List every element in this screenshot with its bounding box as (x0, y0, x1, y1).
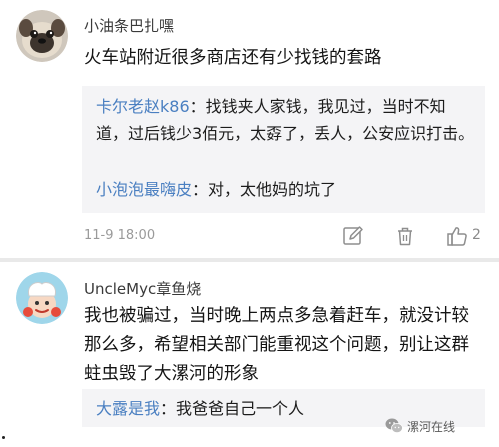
username[interactable]: UncleMyc章鱼烧 (84, 278, 201, 299)
comment-card: 小油条巴扎嘿 火车站附近很多商店还有少找钱的套路 卡尔老赵k86：找钱夹人家钱，… (0, 0, 499, 258)
reply-item[interactable]: 卡尔老赵k86：找钱夹人家钱，我见过，当时不知道，过后钱少3佰元，太孬了，丢人，… (96, 93, 476, 147)
reply-item[interactable]: 小泡泡最嗨皮：对，太他妈的坑了 (96, 176, 476, 203)
reply-author[interactable]: 小泡泡最嗨皮 (96, 180, 192, 199)
reply-separator: ： (160, 399, 177, 418)
reply-list: 卡尔老赵k86：找钱夹人家钱，我见过，当时不知道，过后钱少3佰元，太孬了，丢人，… (82, 86, 485, 213)
edit-icon[interactable] (342, 225, 364, 247)
timestamp: 11-9 18:00 (84, 228, 156, 243)
thumbs-up-icon[interactable] (446, 225, 468, 247)
like-count: 2 (472, 227, 481, 243)
comment-text: 火车站附近很多商店还有少找钱的套路 (84, 48, 382, 68)
reply-text: 对，太他妈的坑了 (208, 180, 337, 199)
comment-text: 我也被骗过，当时晚上两点多急着赶车，就没计较那么多，希望相关部门能重视这个问题，… (84, 306, 469, 384)
comment-meta: 11-9 18:00 2 (84, 225, 486, 249)
stray-mark (2, 436, 5, 439)
avatar[interactable] (16, 272, 68, 324)
delete-icon[interactable] (394, 225, 416, 247)
username[interactable]: 小油条巴扎嘿 (84, 15, 174, 36)
pug-dog-avatar-icon (16, 10, 68, 62)
watermark: 漯河在线 (385, 417, 455, 435)
chef-cartoon-avatar-icon (16, 272, 68, 324)
reply-separator: ： (192, 180, 209, 199)
reply-author[interactable]: 卡尔老赵k86 (96, 97, 190, 116)
watermark-text: 漯河在线 (407, 419, 456, 434)
reply-separator: ： (189, 97, 206, 116)
wechat-logo-icon (385, 418, 403, 433)
reply-text: 我爸爸自己一个人 (176, 399, 305, 418)
reply-author[interactable]: 大露是我 (96, 399, 160, 418)
avatar[interactable] (16, 10, 68, 62)
